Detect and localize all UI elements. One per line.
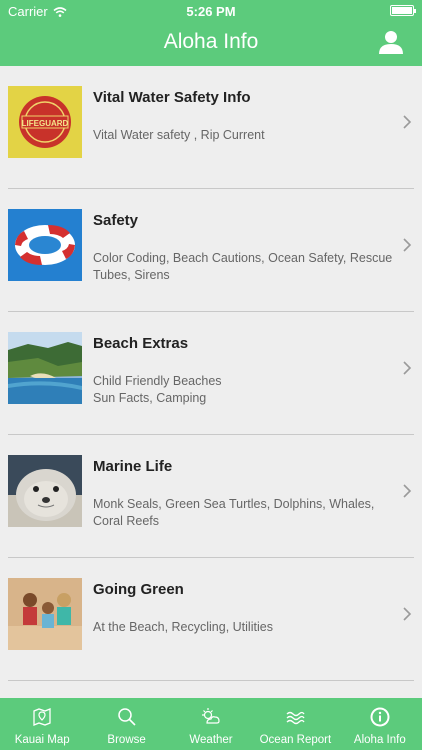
tab-browse[interactable]: Browse <box>84 698 168 750</box>
list-item-beach-extras[interactable]: Beach Extras Child Friendly Beaches Sun … <box>0 312 422 435</box>
tab-label: Browse <box>107 734 146 746</box>
tab-kauai-map[interactable]: Kauai Map <box>0 698 84 750</box>
profile-icon[interactable] <box>378 30 404 54</box>
tab-ocean-report[interactable]: Ocean Report <box>253 698 337 750</box>
clock: 5:26 PM <box>186 4 236 19</box>
item-subtitle: At the Beach, Recycling, Utilities <box>93 620 273 634</box>
chevron-right-icon <box>403 484 412 498</box>
search-icon <box>117 708 136 726</box>
item-title: Marine Life <box>93 458 173 475</box>
item-title: Going Green <box>93 581 184 598</box>
list-item-going-green[interactable]: Going Green At the Beach, Recycling, Uti… <box>0 558 422 681</box>
item-subtitle: Vital Water safety , Rip Current <box>93 128 265 142</box>
lifeguard-shirt-image: LIFEGUARD <box>8 86 82 158</box>
chevron-right-icon <box>403 115 412 129</box>
list-item-vital-water-safety[interactable]: LIFEGUARD Vital Water Safety Info Vital … <box>0 66 422 189</box>
page-title: Aloha Info <box>163 30 259 53</box>
chevron-right-icon <box>403 607 412 621</box>
tab-bar: Kauai Map Browse Weather Ocean Report Al… <box>0 698 422 750</box>
coastline-image <box>8 332 82 404</box>
chevron-right-icon <box>403 361 412 375</box>
tab-aloha-info[interactable]: Aloha Info <box>338 698 422 750</box>
item-title: Beach Extras <box>93 335 189 352</box>
row-divider <box>8 680 414 681</box>
battery-icon <box>390 5 416 16</box>
kids-on-beach-image <box>8 578 82 650</box>
life-ring-image <box>8 209 82 281</box>
item-title: Vital Water Safety Info <box>93 89 251 106</box>
info-icon <box>370 707 390 727</box>
weather-icon <box>202 708 220 724</box>
tab-label: Ocean Report <box>259 734 332 746</box>
list-item-safety[interactable]: Safety Color Coding, Beach Cautions, Oce… <box>0 189 422 312</box>
tab-label: Aloha Info <box>353 734 406 746</box>
chevron-right-icon <box>403 238 412 252</box>
status-bar: Carrier 5:26 PM <box>0 0 422 22</box>
navigation-bar: Carrier 5:26 PM Aloha Info <box>0 0 422 66</box>
item-subtitle: Monk Seals, Green Sea Turtles, Dolphins,… <box>93 497 375 528</box>
item-subtitle: Color Coding, Beach Cautions, Ocean Safe… <box>93 251 393 282</box>
tab-weather[interactable]: Weather <box>169 698 253 750</box>
info-list: LIFEGUARD Vital Water Safety Info Vital … <box>0 66 422 698</box>
svg-text:LIFEGUARD: LIFEGUARD <box>22 119 69 128</box>
map-icon <box>33 708 51 726</box>
list-item-marine-life[interactable]: Marine Life Monk Seals, Green Sea Turtle… <box>0 435 422 558</box>
item-title: Safety <box>93 212 139 229</box>
monk-seal-image <box>8 455 82 527</box>
tab-label: Weather <box>189 734 233 746</box>
tab-label: Kauai Map <box>14 734 70 746</box>
item-subtitle: Child Friendly Beaches Sun Facts, Campin… <box>93 374 222 405</box>
waves-icon <box>286 711 305 725</box>
